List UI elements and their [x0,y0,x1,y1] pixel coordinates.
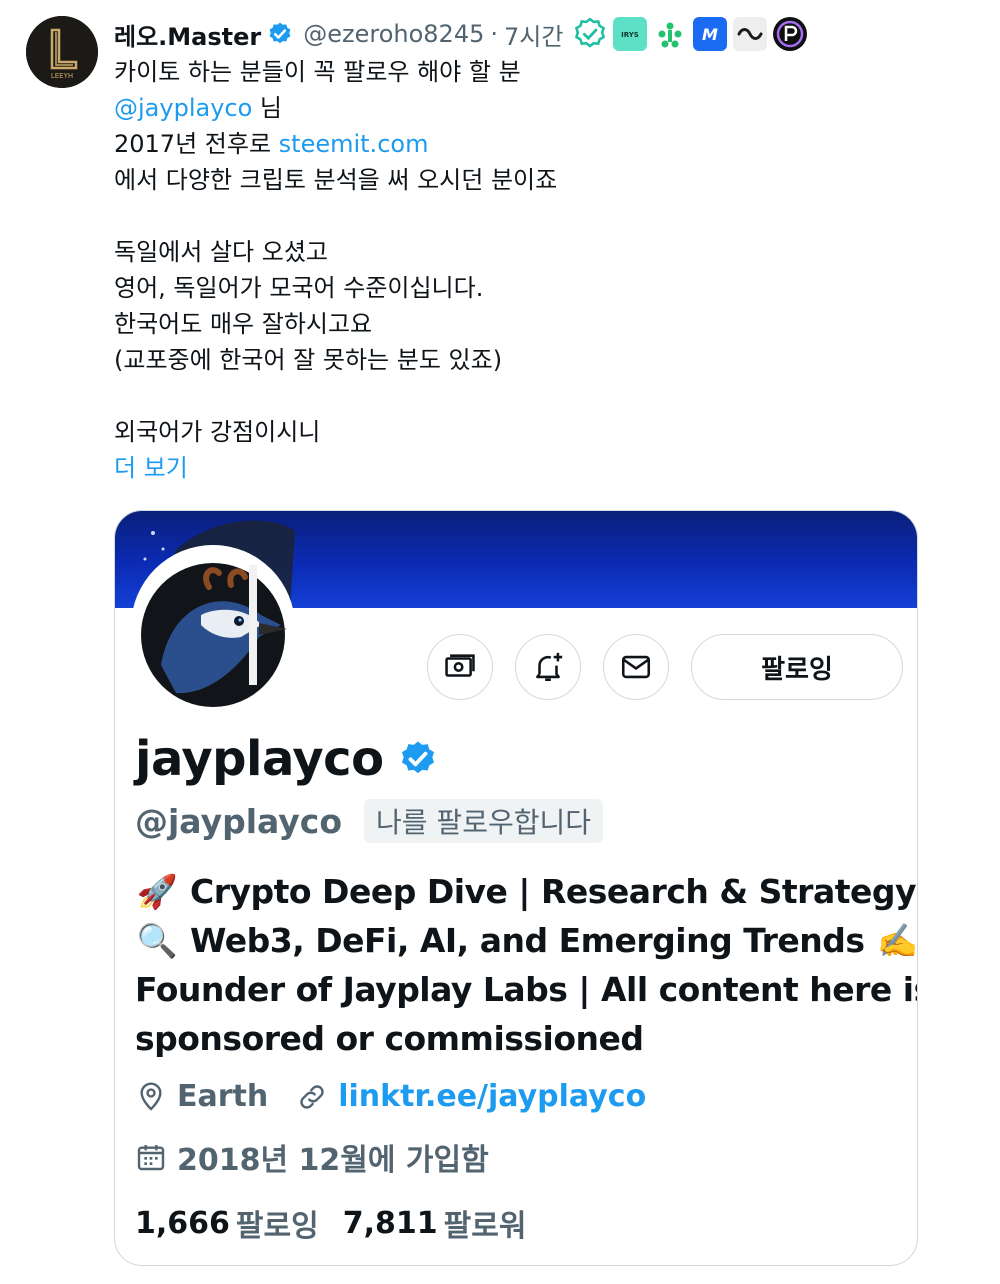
mention-suffix: 님 [252,94,282,122]
following-count[interactable]: 1,666 [135,1206,230,1241]
tweet-line: (교포중에 한국어 잘 못하는 분도 있죠) [114,346,503,374]
message-button[interactable] [603,634,669,700]
link-icon [300,1084,324,1109]
author-handle[interactable]: @ezeroho8245 [303,20,484,48]
location-text: Earth [177,1079,269,1114]
tip-button[interactable] [427,634,493,700]
teal-verified-badge-icon[interactable] [573,17,607,51]
follow-stats: 1,666 팔로잉 7,811 팔로워 [135,1201,550,1245]
profile-actions: 팔로잉 [427,633,903,701]
tweet-line: 한국어도 매우 잘하시고요 [114,310,373,338]
purple-p-logo-icon[interactable] [773,17,808,51]
author-avatar[interactable]: LEEYH [26,16,98,88]
profile-avatar[interactable] [131,545,295,709]
tweet-line: 2017년 전후로 steemit.com [114,126,974,162]
following-button[interactable]: 팔로잉 [691,634,903,700]
mention-link[interactable]: @jayplayco [114,94,252,122]
bluejay-avatar-icon [131,545,295,709]
profile-meta: Earth linktr.ee/jayplayco [135,1079,674,1114]
notifications-button[interactable] [515,634,581,700]
tweet-header: 레오.Master @ezeroho8245 · 7시간 IRYS M [114,14,813,54]
tweet-line: 카이토 하는 분들이 꼭 팔로우 해야 할 분 [114,58,521,86]
bell-plus-icon [536,652,563,682]
joined-text: 2018년 12월에 가입함 [177,1143,489,1178]
show-more-link[interactable]: 더 보기 [114,450,974,486]
tweet-timestamp[interactable]: 7시간 [504,17,563,52]
author-display-name[interactable]: 레오.Master [114,17,261,52]
location-item: Earth [135,1079,268,1114]
magnifier-emoji: 🔍 [136,921,178,960]
location-pin-icon [140,1081,162,1111]
tweet-line: @jayplayco 님 [114,90,974,126]
profile-card-image[interactable]: 팔로잉 jayplayco @jayplayco 나를 팔로우합니다 🚀 Cry… [114,510,918,1266]
tweet-line: 독일에서 살다 오셨고 [114,238,328,266]
bio-text: Web3, DeFi, AI, and Emerging Trends [190,921,865,960]
profile-handle-row: @jayplayco 나를 팔로우합니다 [135,799,603,843]
bio-line: 🔍 Web3, DeFi, AI, and Emerging Trends ✍️ [135,916,917,965]
followers-label[interactable]: 팔로워 [444,1201,527,1245]
tweet-line: 외국어가 강점이시니 [114,418,321,446]
joined-item: 2018년 12월에 가입함 [135,1135,489,1179]
leeyh-logo-icon: LEEYH [26,16,98,88]
green-cluster-logo-icon[interactable] [653,17,687,51]
profile-name: jayplayco [135,731,384,787]
tweet-line: 영어, 독일어가 모국어 수준이십니다. [114,274,484,302]
line-prefix: 2017년 전후로 [114,130,279,158]
tweet-text: 카이토 하는 분들이 꼭 팔로우 해야 할 분 @jayplayco 님 201… [114,54,974,486]
rocket-emoji: 🚀 [136,872,178,911]
tweet-line: 에서 다양한 크립토 분석을 써 오시던 분이죠 [114,166,558,194]
profile-bio: 🚀 Crypto Deep Dive | Research & Strategy… [135,867,918,1063]
tweet: LEEYH 레오.Master @ezeroho8245 · 7시간 IRYS … [0,0,1000,1284]
svg-text:IRYS: IRYS [622,31,640,39]
separator-dot: · [490,20,498,48]
svg-text:LEEYH: LEEYH [51,72,73,80]
website-link[interactable]: linktr.ee/jayplayco [338,1079,646,1114]
svg-text:M: M [702,25,718,44]
money-icon [445,654,475,677]
followers-count[interactable]: 7,811 [343,1206,438,1241]
bio-line: sponsored or commissioned [135,1019,644,1058]
follows-you-badge: 나를 팔로우합니다 [364,799,603,843]
website-item[interactable]: linktr.ee/jayplayco [296,1079,646,1114]
bio-line: 🚀 Crypto Deep Dive | Research & Strategy [135,867,917,916]
wave-logo-icon[interactable] [733,17,768,51]
profile-name-row: jayplayco [135,731,438,787]
following-label[interactable]: 팔로잉 [236,1201,319,1245]
verified-badge-icon [401,741,434,774]
bio-line: Founder of Jayplay Labs | All content he… [135,970,918,1009]
verified-badge-icon [269,22,291,44]
steemit-link[interactable]: steemit.com [279,130,429,158]
profile-handle: @jayplayco [135,801,343,841]
blue-m-logo-icon[interactable]: M [693,17,728,51]
calendar-icon [137,1145,165,1171]
affiliate-badges: IRYS M [573,17,813,51]
bio-text: Crypto Deep Dive | Research & Strategy [190,872,917,911]
writing-hand-emoji: ✍️ [877,921,918,960]
irys-logo-icon[interactable]: IRYS [613,17,648,51]
envelope-icon [621,655,651,679]
